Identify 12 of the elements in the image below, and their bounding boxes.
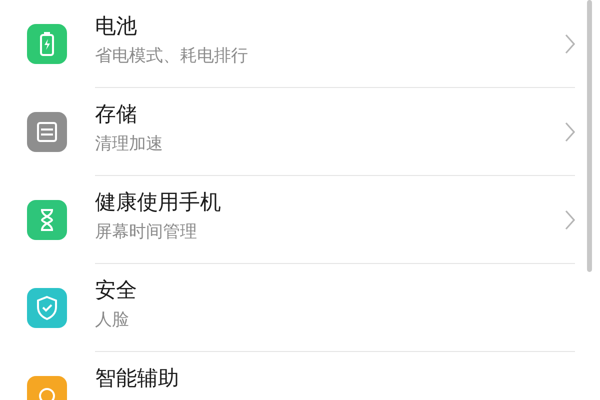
- setting-title[interactable]: 健康使用手机: [95, 188, 565, 216]
- shield-icon: [35, 295, 59, 321]
- setting-subtitle: 省电模式、耗电排行: [95, 45, 249, 67]
- setting-title[interactable]: 安全: [95, 276, 575, 304]
- setting-title[interactable]: 存储: [95, 100, 565, 128]
- setting-title[interactable]: 智能辅助: [95, 364, 575, 392]
- setting-title[interactable]: 电池: [95, 12, 565, 40]
- setting-subtitle: 屏幕时间管理: [95, 221, 198, 243]
- setting-subtitle: 人脸: [95, 309, 130, 331]
- storage-icon: [35, 120, 59, 144]
- setting-subtitle: 清理加速: [95, 133, 164, 155]
- scrollbar[interactable]: [587, 0, 592, 272]
